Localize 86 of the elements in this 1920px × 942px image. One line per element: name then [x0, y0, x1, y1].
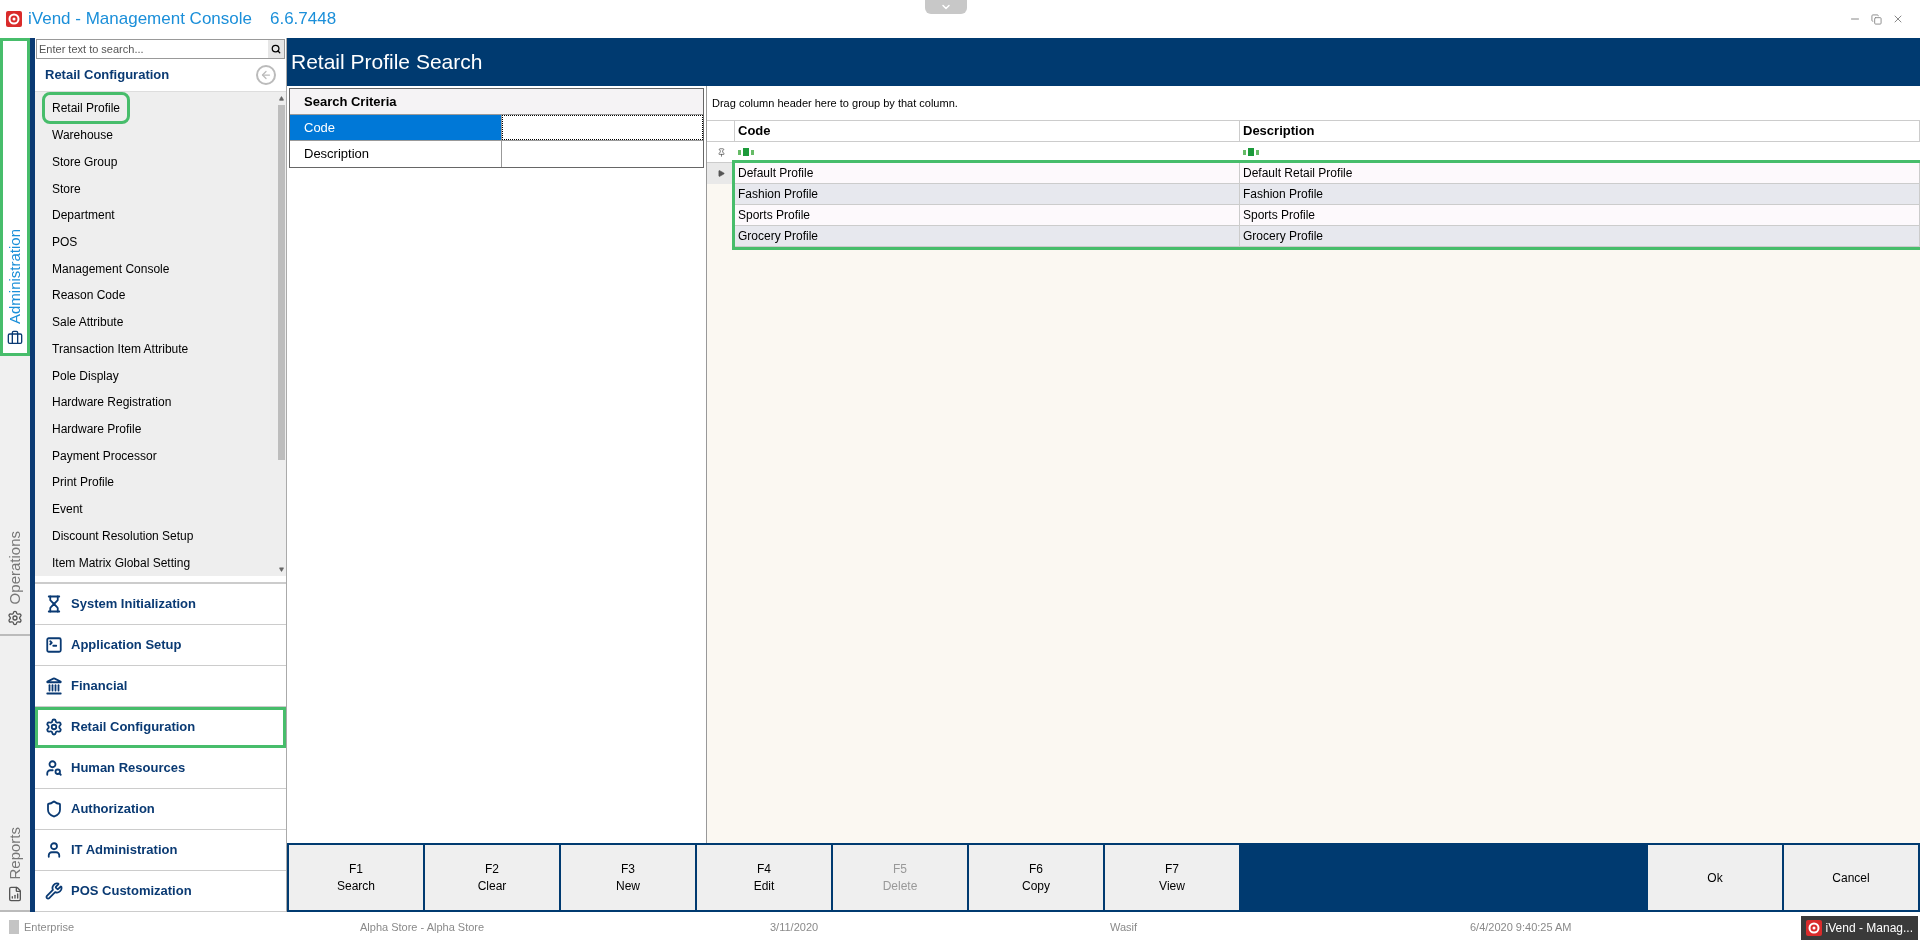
nav-section[interactable]: Financial: [35, 666, 286, 707]
sidebar-item[interactable]: Print Profile: [45, 469, 122, 496]
sidebar-item[interactable]: Management Console: [45, 255, 177, 282]
table-cell: Grocery Profile: [735, 226, 1240, 246]
report-icon: [7, 886, 23, 902]
column-header[interactable]: Code: [735, 121, 1240, 141]
terminal-icon: [45, 636, 63, 654]
function-key-button[interactable]: F7 View: [1105, 845, 1239, 910]
sidebar-item[interactable]: Hardware Registration: [45, 389, 179, 416]
sidebar-item[interactable]: POS: [45, 228, 85, 255]
table-cell: Default Profile: [735, 163, 1240, 183]
nav-section[interactable]: POS Customization: [35, 871, 286, 912]
scroll-down-icon[interactable]: [278, 567, 284, 572]
side-tab[interactable]: Operations: [0, 356, 30, 636]
sidebar-item[interactable]: Warehouse: [45, 122, 120, 149]
scroll-up-icon[interactable]: [278, 96, 284, 101]
sidebar-item[interactable]: Payment Processor: [45, 442, 164, 469]
function-key-button[interactable]: F4 Edit: [697, 845, 831, 910]
table-cell: Grocery Profile: [1240, 226, 1920, 246]
sidebar-heading: Retail Configuration: [45, 66, 170, 85]
table-cell: Fashion Profile: [735, 184, 1240, 204]
sidebar-item[interactable]: Pole Display: [45, 362, 126, 389]
sidebar-search-field[interactable]: Enter text to search...: [36, 39, 285, 59]
column-header[interactable]: Description: [1240, 121, 1920, 141]
taskbar-button[interactable]: iVend - Manag...: [1800, 916, 1918, 940]
table-cell: Default Retail Profile: [1240, 163, 1920, 183]
function-key-button[interactable]: F1 Search: [289, 845, 423, 910]
bank-icon: [45, 677, 63, 695]
side-tab[interactable]: Administration: [0, 38, 30, 356]
criteria-label[interactable]: Code: [290, 115, 502, 140]
wrench-icon: [45, 882, 63, 900]
status-date: 3/11/2020: [770, 919, 820, 935]
version-label: 6.6.7448: [270, 8, 337, 31]
nav-section[interactable]: Human Resources: [35, 748, 286, 789]
current-row-icon: [717, 170, 725, 177]
sidebar-item[interactable]: Event: [45, 496, 90, 523]
back-button[interactable]: [256, 65, 276, 85]
nav-section[interactable]: Application Setup: [35, 625, 286, 666]
sidebar-item[interactable]: Sale Attribute: [45, 309, 131, 336]
briefcase-icon: [7, 330, 23, 346]
pin-icon: [716, 147, 726, 157]
status-user: Wasif: [1110, 919, 1139, 935]
status-edition: Enterprise: [24, 919, 75, 935]
side-tab[interactable]: Reports: [0, 636, 30, 912]
sidebar-item[interactable]: Transaction Item Attribute: [45, 335, 196, 362]
back-arrow-icon: [260, 69, 272, 81]
restore-icon[interactable]: [1871, 13, 1882, 25]
criteria-input-field[interactable]: [502, 115, 703, 140]
nav-section[interactable]: IT Administration: [35, 830, 286, 871]
window-title: iVend - Management Console: [28, 8, 252, 31]
search-input[interactable]: Enter text to search...: [37, 40, 268, 58]
function-key-button[interactable]: F2 Clear: [425, 845, 559, 910]
gear-icon: [7, 610, 23, 626]
criteria-heading: Search Criteria: [304, 92, 397, 111]
close-icon[interactable]: [1892, 13, 1904, 25]
filter-abc-icon[interactable]: [738, 148, 754, 156]
search-icon[interactable]: [271, 44, 281, 54]
sidebar-item[interactable]: Store: [45, 175, 88, 202]
table-cell: Sports Profile: [1240, 205, 1920, 225]
sidebar-item[interactable]: Item Matrix Global Setting: [45, 549, 198, 576]
table-cell: Fashion Profile: [1240, 184, 1920, 204]
dialog-button[interactable]: Cancel: [1784, 845, 1918, 910]
status-timestamp: 6/4/2020 9:40:25 AM: [1470, 919, 1572, 935]
hourglass-icon: [45, 595, 63, 613]
status-store: Alpha Store - Alpha Store: [360, 919, 486, 935]
sidebar-item[interactable]: Store Group: [45, 148, 125, 175]
sidebar-item[interactable]: Reason Code: [45, 282, 133, 309]
group-panel-hint: Drag column header here to group by that column.: [712, 95, 958, 111]
nav-section[interactable]: System Initialization: [35, 584, 286, 625]
function-key-button[interactable]: F3 New: [561, 845, 695, 910]
user-search-icon: [45, 759, 63, 777]
nav-section[interactable]: Retail Configuration: [35, 707, 286, 748]
shield-icon: [45, 800, 63, 818]
filter-abc-icon[interactable]: [1243, 148, 1259, 156]
table-cell: Sports Profile: [735, 205, 1240, 225]
dialog-button[interactable]: Ok: [1648, 845, 1782, 910]
nav-section[interactable]: Authorization: [35, 789, 286, 830]
sidebar-item[interactable]: Hardware Profile: [45, 416, 149, 442]
app-logo-icon: [1805, 920, 1822, 936]
function-key-button[interactable]: F6 Copy: [969, 845, 1103, 910]
app-logo-icon: [6, 11, 22, 27]
sidebar-item[interactable]: Department: [45, 202, 122, 229]
person-icon: [45, 841, 63, 859]
page-title: Retail Profile Search: [291, 49, 483, 76]
sidebar-item[interactable]: Retail Profile: [45, 95, 128, 122]
sidebar-item[interactable]: Discount Resolution Setup: [45, 522, 201, 549]
